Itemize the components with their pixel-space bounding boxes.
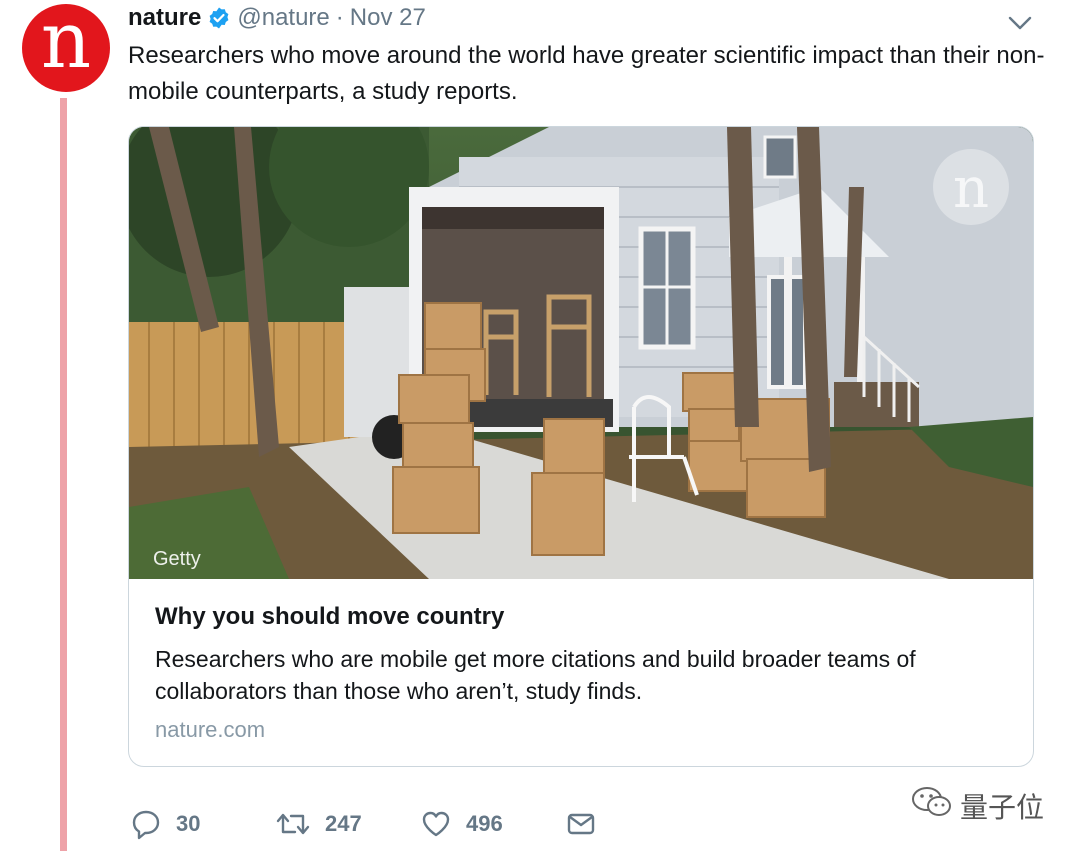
- chevron-down-icon[interactable]: [1005, 8, 1035, 38]
- dm-icon: [565, 808, 597, 840]
- direct-message-button[interactable]: [565, 808, 597, 840]
- separator-dot: ·: [335, 4, 344, 31]
- avatar-letter: n: [40, 0, 92, 86]
- like-button[interactable]: 496: [420, 808, 565, 840]
- tweet-text: Researchers who move around the world ha…: [128, 42, 1045, 105]
- image-credit: Getty: [153, 548, 201, 570]
- card-description: Researchers who are mobile get more cita…: [155, 646, 916, 704]
- link-card[interactable]: n Getty Why you should move country Rese…: [128, 126, 1034, 767]
- like-count: 496: [466, 811, 503, 836]
- card-title[interactable]: Why you should move country: [155, 603, 504, 631]
- display-name[interactable]: nature: [128, 4, 201, 32]
- reply-button[interactable]: 30: [130, 808, 275, 840]
- reply-count: 30: [176, 811, 201, 836]
- like-icon: [420, 808, 452, 840]
- image-logo-letter: n: [953, 156, 989, 221]
- watermark: 量子位: [910, 784, 1044, 827]
- tweet: n nature @nature · Nov 27 Researchers wh…: [0, 0, 1080, 851]
- handle[interactable]: @nature: [237, 4, 329, 32]
- reply-icon: [130, 808, 162, 840]
- tweet-date[interactable]: Nov 27: [350, 4, 426, 32]
- wechat-icon: [910, 784, 954, 827]
- retweet-icon: [275, 808, 311, 840]
- tweet-header: nature @nature · Nov 27: [128, 2, 426, 34]
- action-bar: 30 247 496: [130, 806, 597, 842]
- verified-badge-icon: [207, 6, 231, 30]
- retweet-button[interactable]: 247: [275, 808, 420, 840]
- retweet-count: 247: [325, 811, 362, 836]
- card-image[interactable]: n Getty: [129, 127, 1033, 579]
- thread-line: [60, 98, 67, 851]
- avatar[interactable]: n: [22, 0, 110, 92]
- card-domain: nature.com: [155, 717, 266, 742]
- watermark-text: 量子位: [960, 790, 1045, 824]
